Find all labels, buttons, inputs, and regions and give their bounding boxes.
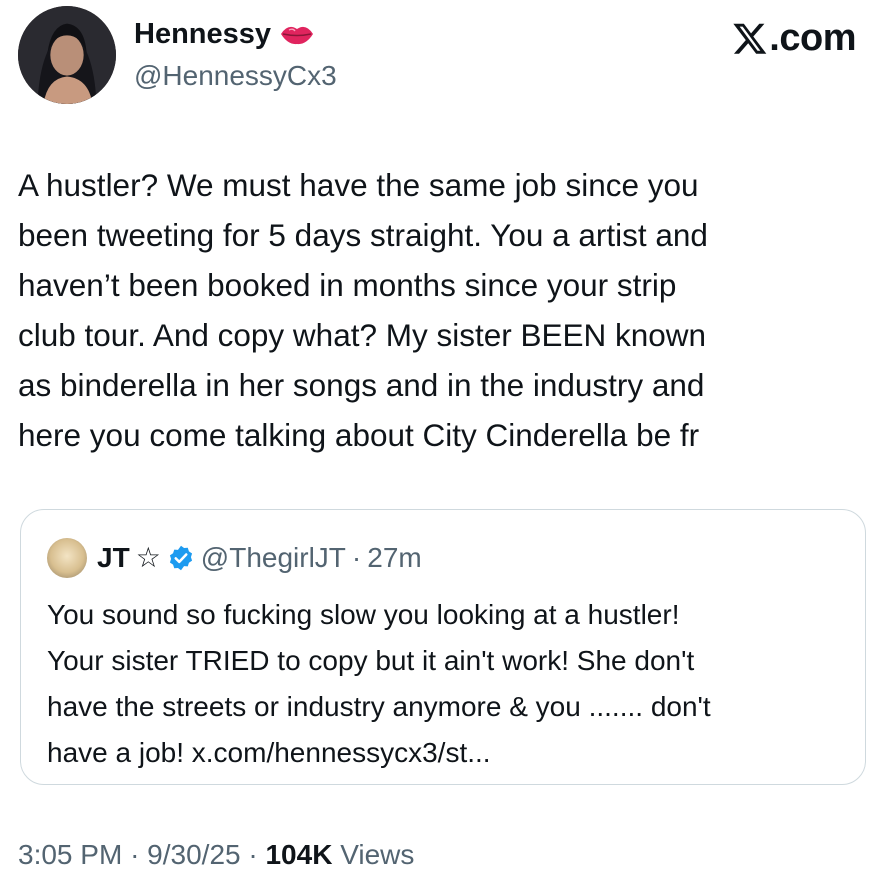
author-name-text: Hennessy [134,18,272,50]
quoted-author-name[interactable]: JT [97,538,130,578]
tweet-meta: 3:05 PM · 9/30/25 · 104K Views [18,835,414,875]
views-count: 104K [265,839,333,870]
x-brand-logo: .com [732,14,856,62]
lips-icon [281,26,314,45]
views-label: Views [340,839,415,870]
quoted-author-handle[interactable]: @ThegirlJT [201,538,346,578]
verified-badge-icon [169,545,192,571]
separator-dot: · [351,542,362,573]
author-avatar[interactable] [18,6,116,104]
avatar-photo [18,6,116,104]
tweet-time[interactable]: 3:05 PM [18,839,122,870]
x-logo-icon [733,23,767,54]
author-handle[interactable]: @HennessyCx3 [134,56,337,96]
star-icon: ☆ [135,542,161,573]
quoted-author-avatar[interactable] [47,538,87,578]
author-display-name[interactable]: Hennessy [134,14,315,54]
quoted-timestamp[interactable]: 27m [367,538,421,578]
quoted-tweet-text: You sound so fucking slow you looking at… [47,599,711,768]
quoted-tweet-header: JT ☆ @ThegirlJT · 27m [47,538,422,578]
quoted-tweet[interactable]: JT ☆ @ThegirlJT · 27m You sound so fucki… [20,509,866,785]
brand-text: .com [769,17,856,59]
separator-dot: · [248,839,258,870]
tweet-text: A hustler? We must have the same job sin… [18,167,708,453]
separator-dot: · [130,839,140,870]
tweet-date[interactable]: 9/30/25 [147,839,240,870]
